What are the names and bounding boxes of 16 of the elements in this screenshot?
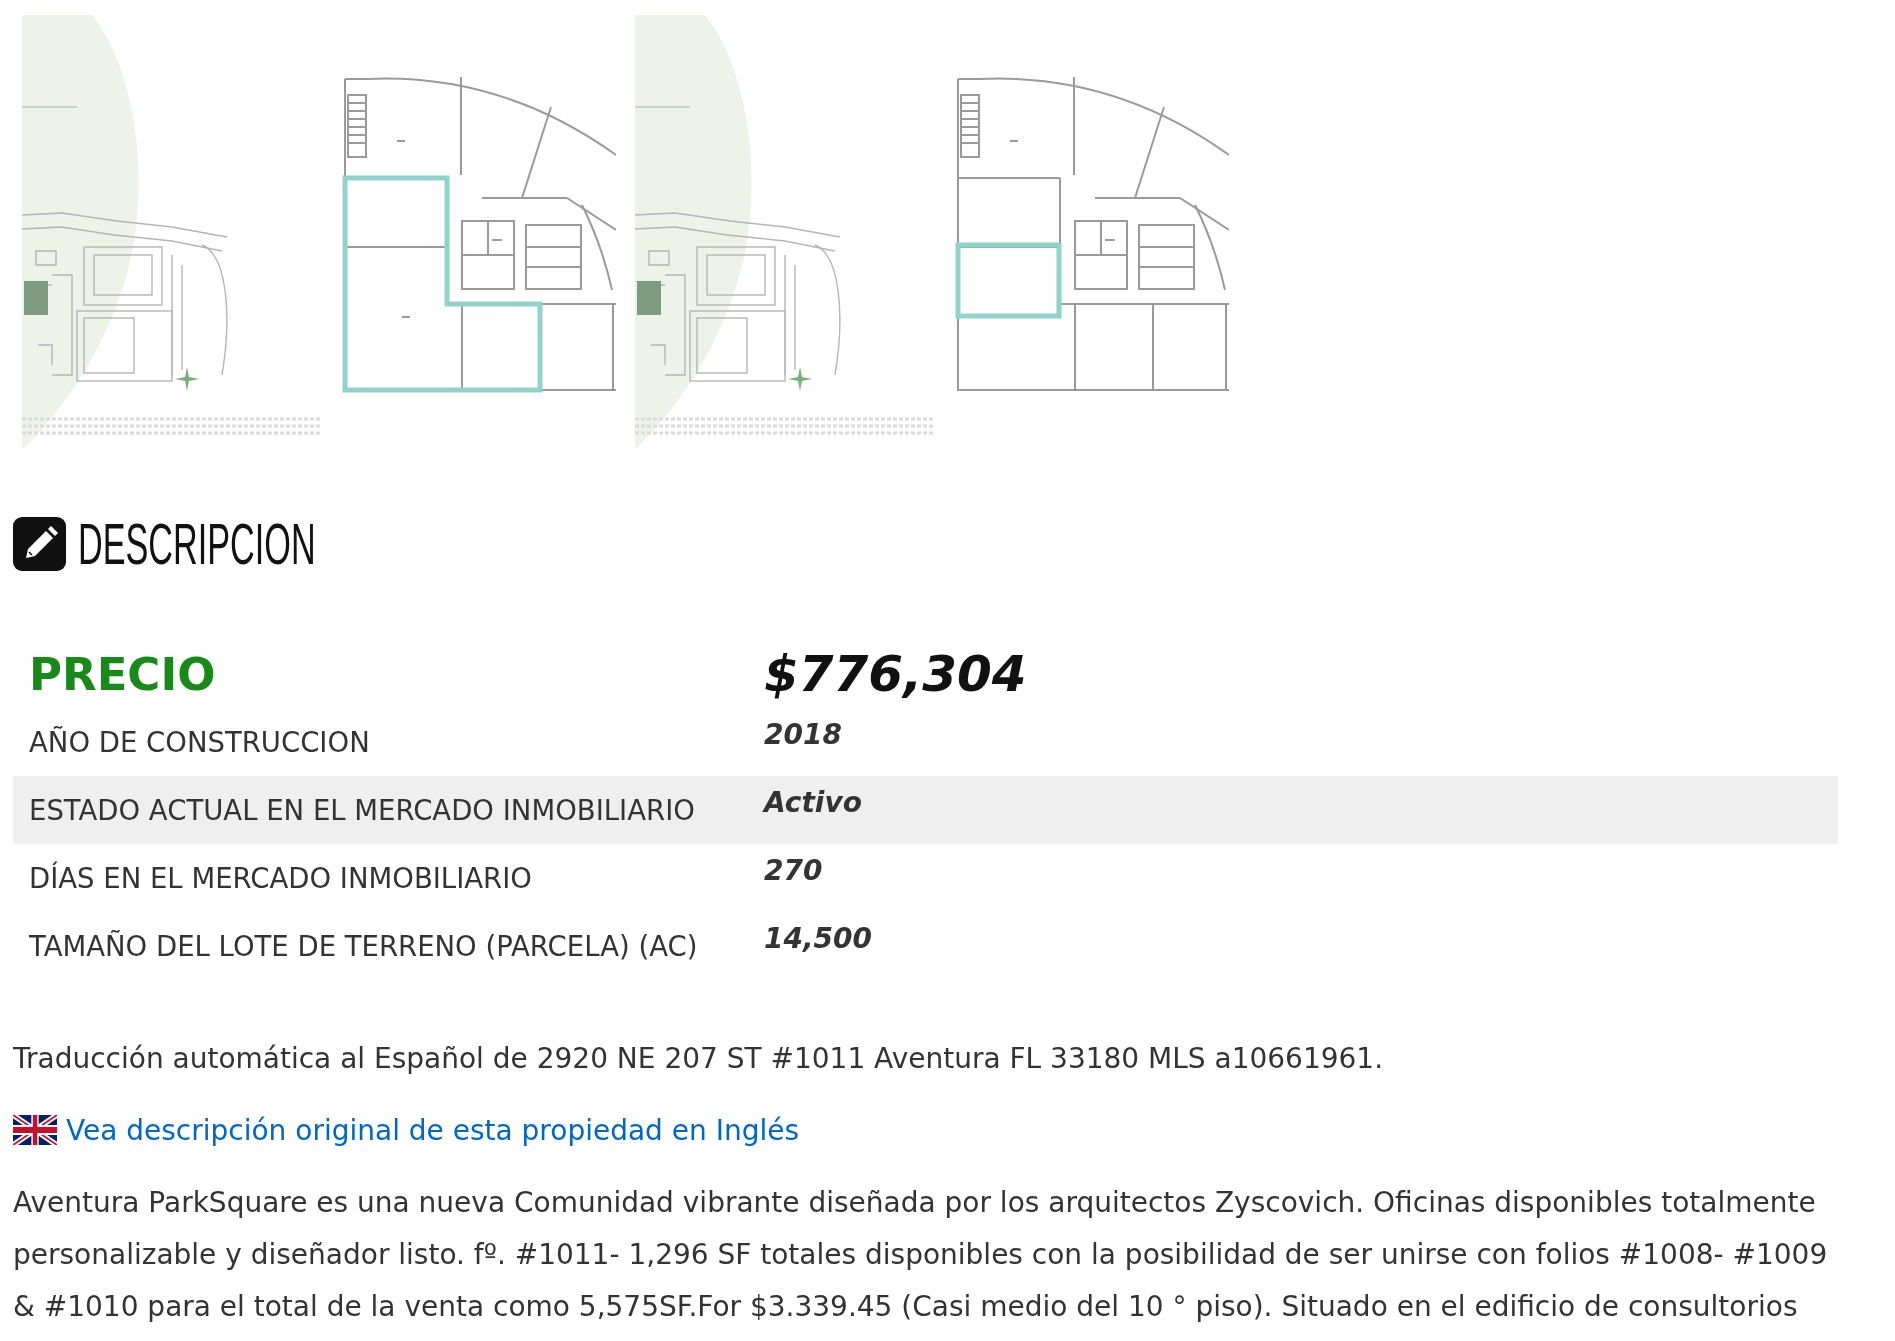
original-description-link[interactable]: Vea descripción original de esta propiedad en Inglés [66,1113,799,1147]
property-label: ESTADO ACTUAL EN EL MERCADO INMOBILIARIO [29,794,695,826]
flag-icon [13,1115,57,1145]
section-title: DESCRIPCION [78,515,316,573]
property-label: TAMAÑO DEL LOTE DE TERRENO (PARCELA) (AC) [29,930,698,962]
property-value: 270 [764,853,823,887]
property-value: 14,500 [764,921,873,955]
property-label: DÍAS EN EL MERCADO INMOBILIARIO [29,862,532,894]
price-label: PRECIO [29,647,216,701]
property-label: AÑO DE CONSTRUCCION [29,726,370,758]
translation-note: Traducción automática al Español de 2920 NE 207 ST #1011 Aventura FL 33180 MLS a10661961. [13,1041,1384,1077]
property-value: 2018 [764,717,842,751]
pencil-icon [13,517,66,571]
description-text: Aventura ParkSquare es una nueva Comunidad vibrante diseñada por los arquitectos Zyscovich. Oficinas disponibles totalmente personalizable y diseñador listo. fº. #1011- 1,296 SF totales disponibles con la posibilidad de ser unirse con folios #1008- #1009 & #1010 para el total de la venta como 5,575SF.For $3.339.45 (Casi medio del 10 ° piso). Situado en el edificio de consultorios [13,1185,1829,1325]
property-value: Activo [764,785,862,819]
price-value: $776,304 [764,645,1027,703]
